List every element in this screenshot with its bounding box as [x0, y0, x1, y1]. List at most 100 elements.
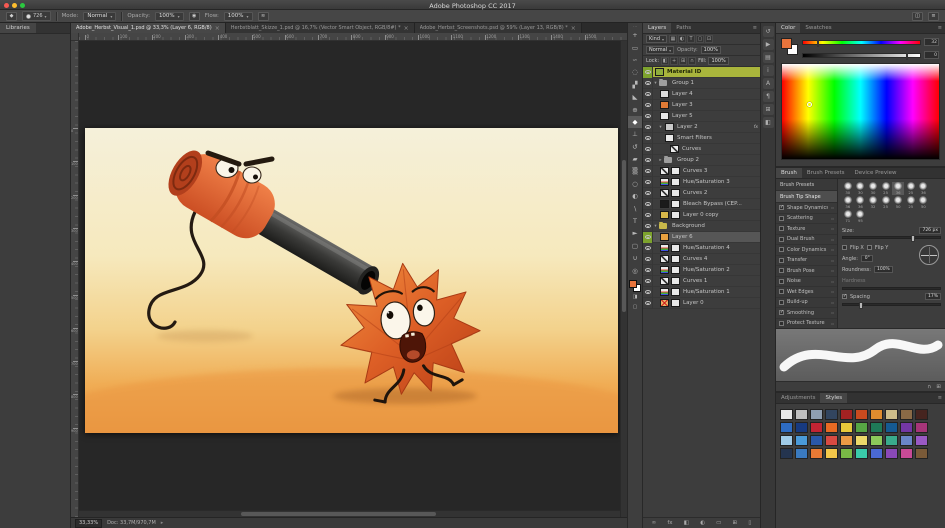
eye-toggle[interactable]: [643, 133, 653, 144]
lock-transparency-icon[interactable]: ◧: [661, 57, 669, 65]
brush-option-row[interactable]: Brush Pose▫: [776, 266, 837, 277]
eye-toggle[interactable]: [643, 100, 653, 111]
lock-image-icon[interactable]: ⊞: [679, 57, 687, 65]
style-swatch[interactable]: [780, 435, 793, 446]
layer-row[interactable]: ▾Layer 2fx: [643, 122, 760, 133]
brush-option-row[interactable]: Scattering▫: [776, 214, 837, 225]
color-spectrum-marker[interactable]: [807, 102, 812, 107]
layer-row[interactable]: Curves 1: [643, 276, 760, 287]
eye-toggle[interactable]: [643, 265, 653, 276]
style-swatch[interactable]: [810, 448, 823, 459]
brush-tip[interactable]: 30: [855, 182, 867, 195]
eye-toggle[interactable]: [643, 210, 653, 221]
brush-option-row[interactable]: Wet Edges▫: [776, 287, 837, 298]
healing-brush-tool[interactable]: ⊕: [628, 103, 642, 115]
eye-toggle[interactable]: [643, 144, 653, 155]
checkbox[interactable]: ✓: [779, 205, 784, 210]
checkbox[interactable]: [779, 237, 784, 242]
brush-option-row[interactable]: Color Dynamics▫: [776, 245, 837, 256]
layer-style-icon[interactable]: fx: [667, 520, 672, 526]
shape-tool[interactable]: ▢: [628, 240, 642, 252]
expand-caret-icon[interactable]: ▾: [653, 224, 658, 229]
canvas-artboard[interactable]: [85, 128, 618, 433]
spacing-slider[interactable]: [842, 303, 941, 306]
character-panel-icon[interactable]: A: [763, 78, 774, 89]
zoom-level-field[interactable]: 33,33%: [75, 519, 102, 528]
vertical-scrollbar-thumb[interactable]: [622, 160, 626, 312]
eye-toggle[interactable]: [643, 166, 653, 177]
checkbox[interactable]: [779, 247, 784, 252]
filter-adjustment-icon[interactable]: ◐: [678, 35, 686, 43]
expand-caret-icon[interactable]: ▾: [658, 125, 663, 130]
brush-presets-item[interactable]: Brush Presets: [776, 179, 837, 191]
tab-paths[interactable]: Paths: [671, 23, 696, 33]
checkbox[interactable]: [779, 216, 784, 221]
hue-slider[interactable]: [802, 40, 921, 45]
eye-toggle[interactable]: [643, 78, 653, 89]
layer-row[interactable]: Bleach Bypass (CEP...: [643, 199, 760, 210]
style-swatch[interactable]: [870, 448, 883, 459]
dodge-tool[interactable]: ◐: [628, 190, 642, 202]
hue-value-field[interactable]: 32: [924, 38, 939, 46]
style-swatch[interactable]: [915, 435, 928, 446]
brush-tip[interactable]: 50: [892, 196, 904, 209]
style-swatch[interactable]: [795, 435, 808, 446]
vertical-scrollbar[interactable]: [620, 41, 627, 517]
eye-toggle[interactable]: [643, 67, 653, 78]
channels-panel-icon[interactable]: ◧: [763, 117, 774, 128]
layer-row[interactable]: ▸Group 2: [643, 155, 760, 166]
eye-toggle[interactable]: [643, 221, 653, 232]
lock-icon[interactable]: ∩: [927, 384, 931, 390]
style-swatch[interactable]: [885, 409, 898, 420]
layer-row[interactable]: Smart Filters: [643, 133, 760, 144]
tab-layers[interactable]: Layers: [643, 23, 671, 33]
paragraph-panel-icon[interactable]: ¶: [763, 91, 774, 102]
info-panel-icon[interactable]: i: [763, 65, 774, 76]
style-swatch[interactable]: [810, 409, 823, 420]
angle-dial[interactable]: [919, 245, 939, 265]
eye-toggle[interactable]: [643, 298, 653, 309]
tab-brush-presets[interactable]: Brush Presets: [802, 168, 850, 178]
blur-tool[interactable]: ○: [628, 178, 642, 190]
brush-option-row[interactable]: Transfer▫: [776, 256, 837, 267]
brightness-slider[interactable]: [802, 53, 921, 58]
left-ruler[interactable]: 0100200300400500600700800900: [71, 41, 79, 517]
blend-mode-select[interactable]: Normal ▾: [646, 46, 674, 54]
new-layer-icon[interactable]: ⊞: [733, 520, 738, 526]
hue-slider-thumb[interactable]: [817, 40, 819, 47]
eye-toggle[interactable]: [643, 232, 653, 243]
move-tool[interactable]: +: [628, 29, 642, 41]
type-tool[interactable]: T: [628, 215, 642, 227]
roundness-value-field[interactable]: 100%: [874, 266, 893, 273]
tab-libraries[interactable]: Libraries: [0, 23, 36, 33]
style-swatch[interactable]: [825, 409, 838, 420]
status-menu-arrow-icon[interactable]: ▸: [161, 520, 164, 526]
document-tab[interactable]: Herbstblatt_Skizze_1.psd @ 16,7% (Vector…: [226, 23, 415, 33]
hand-tool[interactable]: ∪: [628, 252, 642, 264]
layer-row[interactable]: Layer 5: [643, 111, 760, 122]
marquee-tool[interactable]: ▭: [628, 41, 642, 53]
brush-tip[interactable]: 36: [918, 182, 930, 195]
brush-option-row[interactable]: Texture▫: [776, 224, 837, 235]
tab-close-icon[interactable]: ×: [404, 25, 409, 32]
checkbox[interactable]: [779, 289, 784, 294]
brush-option-row[interactable]: ✓Smoothing▫: [776, 308, 837, 319]
checkbox[interactable]: [779, 258, 784, 263]
screen-mode-button[interactable]: ▢: [628, 302, 642, 312]
panel-menu-icon[interactable]: ≡: [935, 23, 945, 33]
color-spectrum[interactable]: [781, 63, 940, 160]
style-swatch[interactable]: [840, 448, 853, 459]
layer-row[interactable]: ▾Background: [643, 221, 760, 232]
checkbox[interactable]: [779, 226, 784, 231]
clone-source-panel-icon[interactable]: ⊞: [763, 104, 774, 115]
panel-menu-icon[interactable]: ≡: [750, 23, 760, 33]
style-swatch[interactable]: [885, 435, 898, 446]
checkbox[interactable]: [779, 300, 784, 305]
opacity-field[interactable]: 100% ▾: [155, 12, 184, 21]
eye-toggle[interactable]: [643, 287, 653, 298]
style-swatch[interactable]: [825, 422, 838, 433]
pen-tool[interactable]: ∖: [628, 202, 642, 214]
layer-fill-field[interactable]: 100%: [708, 57, 728, 65]
eye-toggle[interactable]: [643, 89, 653, 100]
style-swatch[interactable]: [900, 422, 913, 433]
